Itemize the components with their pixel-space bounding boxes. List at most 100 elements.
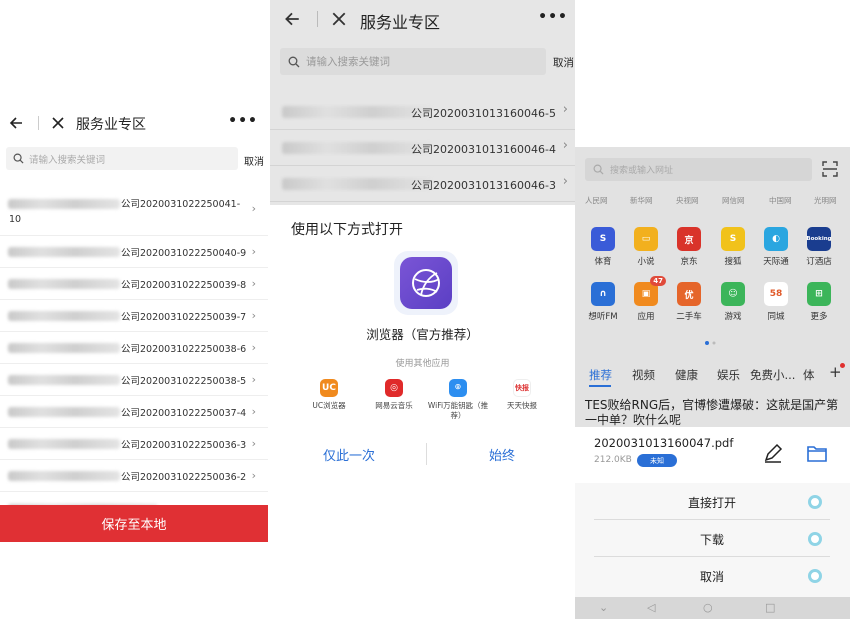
shortcut-label: 更多	[810, 312, 828, 322]
action-option-0[interactable]: 直接打开	[594, 483, 830, 520]
shortcut-apps[interactable]: ▣ 47 应用	[628, 276, 666, 322]
redacted-text	[8, 247, 120, 257]
shortcut-sohu[interactable]: S 搜狐	[715, 227, 751, 267]
url-search-input[interactable]: 搜索或输入网址	[585, 158, 812, 181]
app-label: WiFi万能钥匙（推荐）	[427, 401, 489, 420]
used-car-icon: 优	[677, 282, 701, 306]
radio-icon[interactable]	[808, 569, 822, 583]
jd-icon: 京	[677, 227, 701, 251]
page-indicator	[705, 341, 716, 345]
nav-down-icon[interactable]: ⌄	[599, 601, 608, 614]
chevron-right-icon: ›	[251, 309, 256, 322]
always-button[interactable]: 始终	[489, 445, 515, 464]
chevron-right-icon: ›	[562, 174, 568, 189]
just-once-button[interactable]: 仅此一次	[323, 445, 375, 464]
search-input[interactable]: 请输入搜索关键词	[6, 147, 238, 170]
url-placeholder: 搜索或输入网址	[610, 166, 674, 176]
radio-icon[interactable]	[808, 532, 822, 546]
list-item[interactable]: 公司2020031022250041- 10 ›	[0, 187, 268, 236]
radio-icon[interactable]	[808, 495, 822, 509]
redacted-text	[8, 199, 120, 209]
more-icon[interactable]: •••	[228, 113, 258, 129]
quick-site-link[interactable]: 光明网	[814, 195, 837, 206]
category-tab-5[interactable]: 体	[803, 367, 815, 383]
shortcut-booking[interactable]: Booking 订酒店	[801, 227, 837, 267]
list-item[interactable]: 公司2020031022250038-6 ›	[0, 332, 268, 364]
sports-icon: S	[591, 227, 615, 251]
quick-site-link[interactable]: 新华网	[630, 195, 653, 206]
list-item[interactable]: 公司2020031022250036-3 ›	[0, 428, 268, 460]
category-tab-3[interactable]: 娱乐	[717, 367, 740, 383]
action-option-2[interactable]: 取消	[594, 557, 830, 594]
shortcut-label: 天际通	[763, 257, 789, 267]
close-icon[interactable]	[331, 11, 347, 27]
nav-recent-icon[interactable]: □	[765, 601, 775, 614]
chevron-right-icon: ›	[562, 138, 568, 153]
page-title: 服务业专区	[76, 117, 146, 133]
close-icon[interactable]	[51, 116, 65, 130]
search-input[interactable]: 请输入搜索关键词	[280, 48, 546, 75]
file-card: 2020031013160047.pdf 212.0KB 未知	[575, 427, 850, 483]
shortcut-label: 应用	[637, 312, 655, 322]
header: 服务业专区 •••	[270, 0, 575, 38]
action-option-1[interactable]: 下载	[594, 520, 830, 557]
list-item[interactable]: 公司2020031022250039-8 ›	[0, 268, 268, 300]
shortcut-city[interactable]: 58 同城	[758, 282, 794, 322]
redacted-text	[8, 343, 120, 353]
list-item[interactable]: 公司2020031013160046-5 ›	[270, 94, 575, 130]
add-tab-icon[interactable]: +	[829, 363, 842, 381]
list-item[interactable]: 公司2020031022250036-2 ›	[0, 460, 268, 492]
page-title: 服务业专区	[360, 13, 441, 32]
list-item-label: 公司2020031022250038-6	[121, 344, 247, 355]
category-tab-4[interactable]: 免费小...	[750, 367, 795, 383]
list-item[interactable]: 公司2020031022250040-9 ›	[0, 236, 268, 268]
list-item[interactable]: 公司2020031022250038-5 ›	[0, 364, 268, 396]
cancel-button[interactable]: 取消	[553, 55, 574, 70]
action-label: 下载	[699, 533, 724, 547]
nav-home-icon[interactable]: ○	[703, 601, 713, 614]
shortcut-sports[interactable]: S 体育	[585, 227, 621, 267]
netease-music-icon: ◎	[385, 379, 403, 397]
quick-site-link[interactable]: 央视网	[676, 195, 699, 206]
list-item[interactable]: 公司2020031022250039-7 ›	[0, 300, 268, 332]
list-item[interactable]: 公司2020031013160046-4 ›	[270, 130, 575, 166]
notification-badge: 47	[650, 276, 666, 286]
panel-browser-download: 搜索或输入网址 人民网 新华网 央视网 网信网 中国网 光明网 S 体育 ▭ 小说 京京东 S 搜狐 ◐…	[575, 147, 850, 619]
open-with-app-2[interactable]: ⌾ WiFi万能钥匙（推荐）	[426, 379, 490, 421]
chevron-right-icon: ›	[251, 373, 256, 386]
open-with-app-1[interactable]: ◎ 网易云音乐	[362, 379, 426, 411]
quick-site-link[interactable]: 中国网	[769, 195, 792, 206]
shortcut-novel[interactable]: ▭ 小说	[628, 227, 664, 267]
browser-icon	[400, 257, 452, 309]
more-icon[interactable]: •••	[538, 9, 568, 25]
browser-app-button[interactable]	[394, 251, 458, 315]
shortcut-used-car[interactable]: 优二手车	[671, 282, 707, 322]
list-item[interactable]: 公司2020031022250037-4 ›	[0, 396, 268, 428]
category-tab-2[interactable]: 健康	[675, 367, 698, 383]
uc-browser-icon: UC	[320, 379, 338, 397]
cancel-button[interactable]: 取消	[244, 153, 264, 168]
list-item[interactable]: 公司2020031013160046-3 ›	[270, 166, 575, 202]
shortcut-fm[interactable]: ∩ 想听FM	[585, 282, 621, 322]
back-arrow-icon[interactable]	[283, 10, 301, 28]
shortcut-games[interactable]: ☺ 游戏	[715, 282, 751, 322]
quick-site-link[interactable]: 网信网	[722, 195, 745, 206]
scan-icon[interactable]	[822, 161, 838, 177]
apps-icon: ▣ 47	[634, 276, 666, 306]
open-with-app-0[interactable]: UC UC浏览器	[297, 379, 361, 411]
edit-icon[interactable]	[763, 443, 783, 463]
back-arrow-icon[interactable]	[8, 115, 24, 131]
nav-back-icon[interactable]: ◁	[647, 601, 655, 614]
shortcut-jd[interactable]: 京京东	[671, 227, 707, 267]
list-item-label: 公司2020031022250040-9	[121, 248, 247, 259]
shortcut-tianjitong[interactable]: ◐ 天际通	[758, 227, 794, 267]
category-tab-1[interactable]: 视频	[632, 367, 655, 383]
quick-site-link[interactable]: 人民网	[585, 195, 608, 206]
news-headline[interactable]: TES败给RNG后，官博惨遭爆破：这就是国产第一中单？吹什么呢	[585, 398, 845, 428]
save-to-local-button[interactable]: 保存至本地	[0, 505, 268, 542]
category-tab-0[interactable]: 推荐	[589, 367, 612, 383]
open-with-app-3[interactable]: 快报 天天快报	[490, 379, 554, 411]
folder-icon[interactable]	[806, 443, 828, 463]
shortcut-more-grid[interactable]: ⊞ 更多	[801, 282, 837, 322]
kuaibao-icon: 快报	[513, 379, 531, 397]
